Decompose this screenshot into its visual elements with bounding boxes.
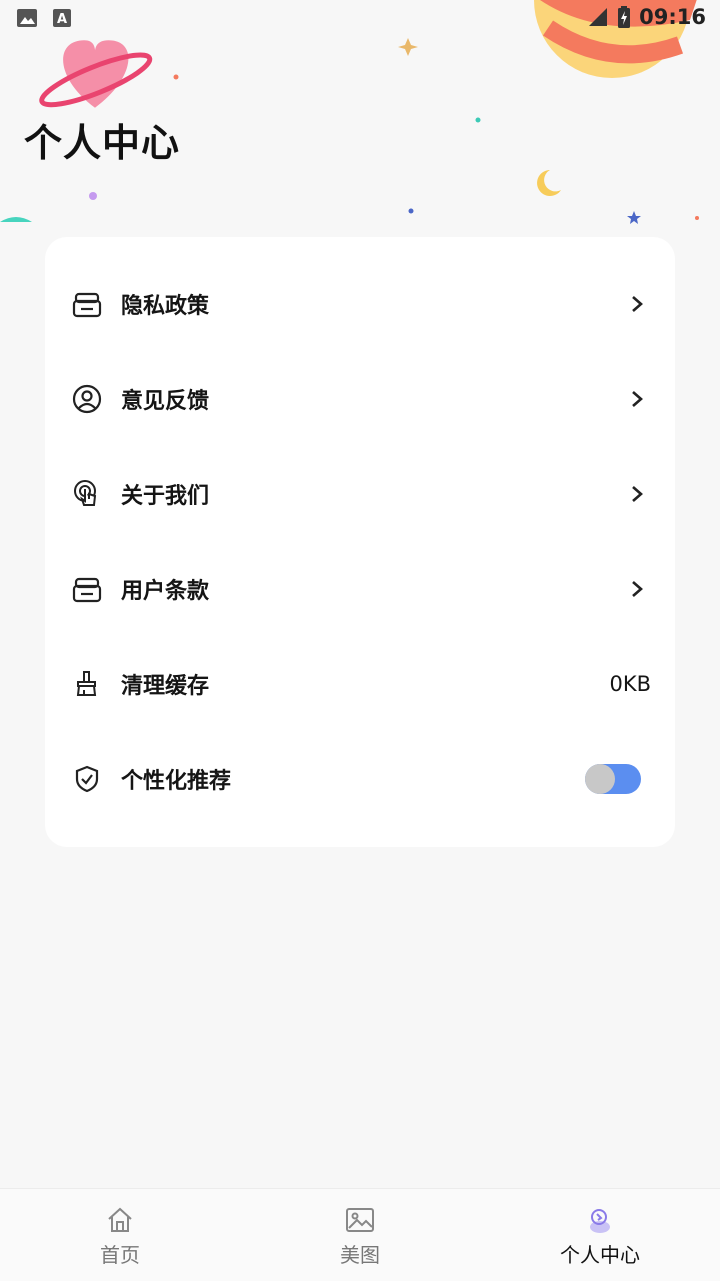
menu-item-label: 隐私政策 bbox=[121, 293, 210, 319]
menu-item-label: 清理缓存 bbox=[121, 673, 210, 699]
menu-item-label: 用户条款 bbox=[121, 578, 210, 604]
menu-item-user-terms[interactable]: 用户条款 bbox=[45, 541, 675, 636]
menu-item-label: 意见反馈 bbox=[121, 388, 210, 414]
signal-icon bbox=[589, 8, 608, 26]
chevron-right-icon bbox=[632, 295, 643, 312]
svg-text:A: A bbox=[57, 12, 67, 27]
page-title: 个人中心 bbox=[24, 121, 181, 165]
home-icon bbox=[108, 1207, 132, 1232]
broom-icon bbox=[71, 668, 103, 700]
menu-item-privacy-policy[interactable]: 隐私政策 bbox=[45, 256, 675, 351]
cache-size-value: 0KB bbox=[609, 671, 651, 696]
gallery-notification-icon bbox=[17, 9, 37, 27]
image-icon bbox=[346, 1208, 374, 1232]
nav-tab-gallery[interactable]: 美图 bbox=[240, 1189, 480, 1281]
settings-card: 隐私政策 意见反馈 关于我们 用户条款 清理缓存 0KB 个性化推荐 bbox=[45, 237, 675, 847]
document-stack-icon bbox=[71, 288, 103, 320]
user-circle-icon bbox=[71, 383, 103, 415]
nav-tab-home[interactable]: 首页 bbox=[0, 1189, 240, 1281]
text-notification-icon: A bbox=[53, 9, 71, 27]
battery-charging-icon bbox=[618, 6, 631, 28]
document-stack-icon bbox=[71, 573, 103, 605]
nav-tab-label: 美图 bbox=[340, 1243, 380, 1267]
status-bar: A 09:16 bbox=[0, 0, 720, 38]
bottom-navigation: 首页 美图 个人中心 bbox=[0, 1188, 720, 1281]
menu-item-label: 关于我们 bbox=[121, 483, 210, 509]
chevron-right-icon bbox=[632, 485, 643, 502]
menu-item-label: 个性化推荐 bbox=[121, 768, 232, 794]
chevron-right-icon bbox=[632, 390, 643, 407]
shield-check-icon bbox=[71, 763, 103, 795]
nav-tab-profile[interactable]: 个人中心 bbox=[480, 1189, 720, 1281]
personalized-recommendation-toggle[interactable] bbox=[585, 763, 641, 794]
menu-item-personalized-recommendation: 个性化推荐 bbox=[45, 731, 675, 826]
toggle-knob bbox=[585, 763, 615, 794]
status-time: 09:16 bbox=[639, 5, 706, 29]
menu-item-feedback[interactable]: 意见反馈 bbox=[45, 351, 675, 446]
nav-tab-label: 首页 bbox=[100, 1243, 140, 1267]
chevron-right-icon bbox=[632, 580, 643, 597]
profile-icon bbox=[590, 1209, 610, 1233]
touch-hand-icon bbox=[71, 478, 103, 510]
menu-item-clear-cache[interactable]: 清理缓存 0KB bbox=[45, 636, 675, 731]
menu-item-about-us[interactable]: 关于我们 bbox=[45, 446, 675, 541]
nav-tab-label: 个人中心 bbox=[560, 1243, 640, 1267]
